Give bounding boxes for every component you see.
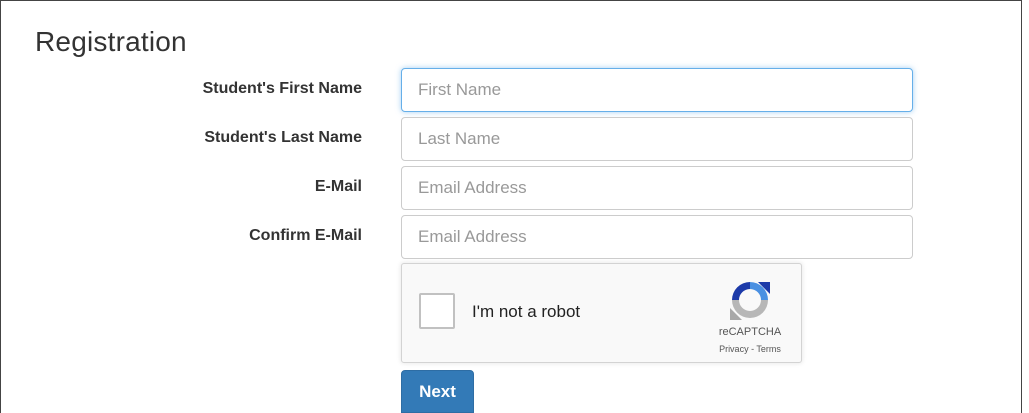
page-title: Registration	[35, 26, 187, 57]
email-input[interactable]	[401, 166, 913, 210]
recaptcha-icon	[730, 282, 770, 320]
recaptcha-label: I'm not a robot	[472, 302, 581, 321]
last-name-label: Student's Last Name	[204, 129, 362, 146]
email-label: E-Mail	[314, 178, 362, 195]
recaptcha-widget: I'm not a robot reCAPTCHA Privacy - Term…	[401, 263, 802, 363]
recaptcha-brand: reCAPTCHA	[718, 326, 782, 338]
confirm-email-input[interactable]	[401, 215, 913, 259]
privacy-link[interactable]: Privacy	[719, 344, 749, 354]
recaptcha-links: Privacy - Terms	[702, 344, 798, 354]
next-button[interactable]: Next	[401, 370, 474, 413]
confirm-email-label: Confirm E-Mail	[249, 227, 362, 244]
terms-link[interactable]: Terms	[756, 344, 781, 354]
last-name-input[interactable]	[401, 117, 913, 161]
recaptcha-checkbox[interactable]	[419, 293, 455, 329]
first-name-input[interactable]	[401, 68, 913, 112]
first-name-label: Student's First Name	[202, 80, 362, 97]
